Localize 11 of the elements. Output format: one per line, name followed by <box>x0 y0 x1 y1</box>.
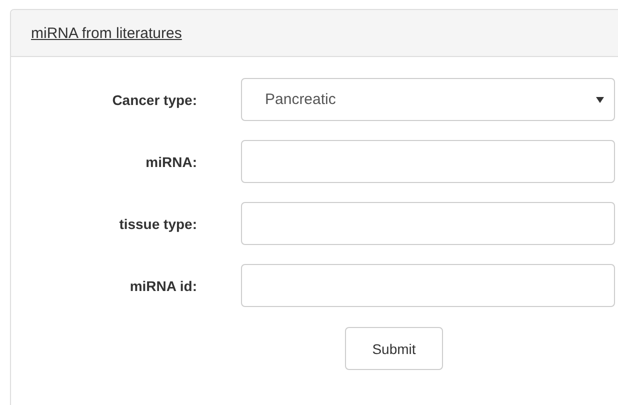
submit-button[interactable]: Submit <box>345 327 443 370</box>
cancer-type-dropdown[interactable]: Pancreatic <box>241 78 615 121</box>
input-field[interactable] <box>241 264 615 307</box>
input-field[interactable] <box>241 140 615 183</box>
input-field[interactable] <box>241 202 615 245</box>
field-label: tissue type: <box>118 216 197 232</box>
field-label: miRNA: <box>144 154 197 170</box>
panel-title: miRNA from literatures <box>31 24 182 42</box>
caret-icon <box>596 96 604 102</box>
field-label: Cancer type: <box>111 92 197 108</box>
field-label: miRNA id: <box>128 278 197 294</box>
